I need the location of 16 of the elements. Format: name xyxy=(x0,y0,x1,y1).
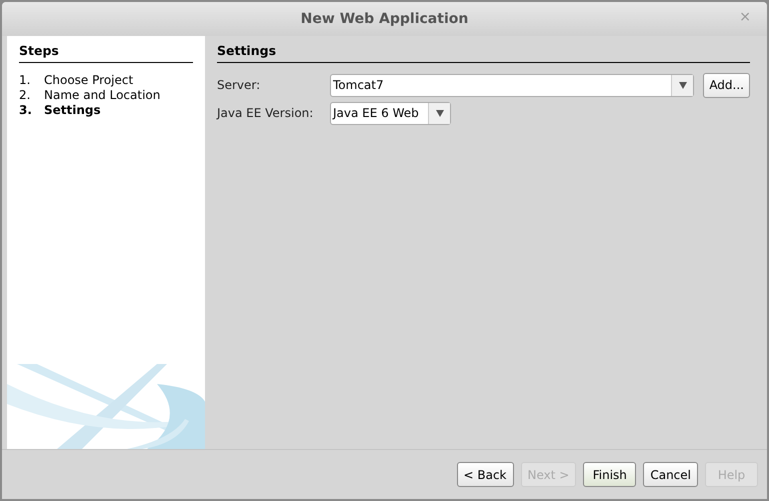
add-button[interactable]: Add... xyxy=(703,72,750,98)
steps-heading: Steps xyxy=(19,42,193,63)
window-title: New Web Application xyxy=(300,10,468,28)
dialog-button[interactable]: < Back xyxy=(456,462,514,487)
step-item: 1. Choose Project xyxy=(19,72,134,88)
field-label: Java EE Version: xyxy=(217,105,314,122)
field-label: Server: xyxy=(217,77,262,94)
dialog-button[interactable]: Finish xyxy=(583,462,636,487)
dialog-button[interactable]: Cancel xyxy=(643,462,698,487)
dropdown-arrow-icon xyxy=(436,109,444,118)
step-item: 2. Name and Location xyxy=(19,88,162,103)
dropdown-arrow-icon xyxy=(678,81,687,90)
dropdown[interactable]: Java EE 6 Web xyxy=(330,102,451,125)
step-item: 3. Settings xyxy=(19,102,102,118)
settings-heading: Settings xyxy=(217,42,750,63)
dropdown[interactable]: Tomcat7 xyxy=(330,74,694,97)
